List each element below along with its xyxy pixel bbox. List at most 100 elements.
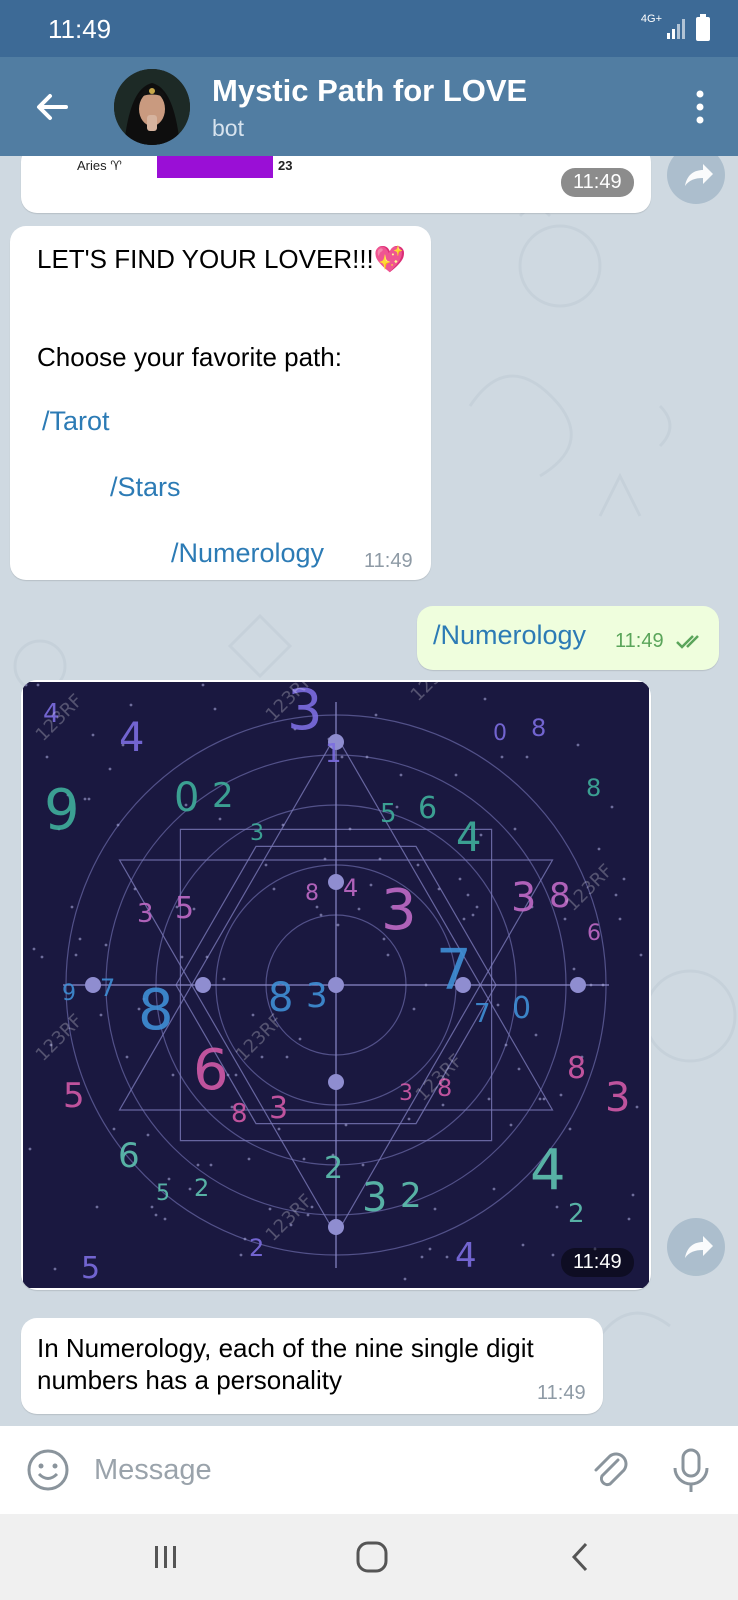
numerology-chart-image[interactable]: 4087862539624838345247353687830953824330… bbox=[23, 682, 649, 1288]
recent-apps-icon[interactable] bbox=[151, 1542, 181, 1572]
user-reply-text[interactable]: /Numerology bbox=[433, 620, 586, 651]
numeral-digit: 7 bbox=[436, 938, 472, 1003]
star-dot bbox=[601, 983, 605, 987]
emoji-icon[interactable] bbox=[26, 1448, 70, 1492]
numeral-digit: 8 bbox=[586, 774, 601, 802]
star-dot bbox=[24, 683, 28, 687]
star-dot bbox=[386, 953, 390, 957]
user-reply-message[interactable]: /Numerology 11:49 bbox=[417, 606, 719, 670]
star-dot bbox=[180, 955, 184, 959]
more-options-icon[interactable] bbox=[690, 89, 710, 125]
message-time: 11:49 bbox=[364, 550, 413, 572]
message-time: 11:49 bbox=[561, 168, 634, 197]
numerology-text: In Numerology, each of the nine single d… bbox=[37, 1333, 534, 1395]
star-dot bbox=[357, 907, 361, 911]
numeral-digit: 2 bbox=[400, 1176, 422, 1216]
star-dot bbox=[445, 1255, 449, 1259]
star-dot bbox=[559, 1093, 563, 1097]
star-dot bbox=[53, 1267, 57, 1271]
star-dot bbox=[412, 1007, 416, 1011]
star-dot bbox=[441, 1103, 445, 1107]
star-dot bbox=[576, 743, 580, 747]
command-numerology-link[interactable]: /Numerology bbox=[171, 538, 324, 569]
image-time: 11:49 bbox=[561, 1248, 634, 1277]
forward-button[interactable] bbox=[667, 156, 725, 204]
numeral-digit: 3 bbox=[362, 1175, 387, 1221]
star-dot bbox=[475, 905, 479, 909]
back-arrow-icon[interactable] bbox=[30, 85, 74, 129]
numeral-digit: 3 bbox=[269, 1091, 288, 1126]
star-dot bbox=[521, 1243, 525, 1247]
bot-menu-message[interactable]: LET'S FIND YOUR LOVER!!!💖 Choose your fa… bbox=[10, 226, 431, 580]
numeral-digit: 5 bbox=[380, 799, 397, 829]
star-dot bbox=[234, 1073, 238, 1077]
star-dot bbox=[70, 905, 74, 909]
microphone-icon[interactable] bbox=[669, 1446, 713, 1494]
chat-title[interactable]: Mystic Path for LOVE bbox=[212, 73, 527, 109]
star-dot bbox=[315, 905, 319, 909]
numeral-digit: 8 bbox=[231, 1099, 248, 1129]
numeral-digit: 6 bbox=[118, 1136, 140, 1176]
star-dot bbox=[91, 733, 95, 737]
numeral-digit: 9 bbox=[44, 778, 80, 843]
star-dot bbox=[483, 697, 487, 701]
star-dot bbox=[487, 1097, 491, 1101]
star-dot bbox=[555, 1205, 559, 1209]
forward-button[interactable] bbox=[667, 1218, 725, 1276]
numeral-digit: 2 bbox=[568, 1199, 585, 1229]
command-tarot-link[interactable]: /Tarot bbox=[42, 406, 110, 437]
numeral-digit: 4 bbox=[119, 715, 144, 761]
geometry-node bbox=[570, 977, 586, 993]
star-dot bbox=[622, 877, 626, 881]
star-dot bbox=[277, 1127, 281, 1131]
command-stars-link[interactable]: /Stars bbox=[110, 472, 181, 503]
star-dot bbox=[513, 827, 517, 831]
status-bar: 11:49 4G+ bbox=[0, 0, 738, 57]
status-time: 11:49 bbox=[48, 14, 112, 44]
numeral-digit: 2 bbox=[249, 1234, 264, 1262]
system-nav-bar bbox=[0, 1514, 738, 1600]
star-dot bbox=[78, 937, 82, 941]
numerology-text-message[interactable]: In Numerology, each of the nine single d… bbox=[21, 1318, 603, 1414]
star-dot bbox=[125, 1055, 129, 1059]
attach-icon[interactable] bbox=[588, 1448, 632, 1492]
numeral-digit: 4 bbox=[455, 1236, 477, 1276]
back-icon[interactable] bbox=[568, 1540, 592, 1574]
star-dot bbox=[28, 1147, 32, 1151]
star-dot bbox=[213, 707, 217, 711]
double-check-icon bbox=[676, 635, 699, 649]
star-dot bbox=[365, 755, 369, 759]
star-dot bbox=[40, 955, 44, 959]
star-dot bbox=[188, 1187, 192, 1191]
star-dot bbox=[614, 893, 618, 897]
star-dot bbox=[361, 1163, 365, 1167]
star-dot bbox=[201, 683, 205, 687]
star-dot bbox=[568, 1127, 572, 1131]
star-dot bbox=[437, 887, 441, 891]
numerology-image-message[interactable]: 4087862539624838345247353687830953824330… bbox=[21, 680, 651, 1290]
home-icon[interactable] bbox=[355, 1540, 389, 1574]
geometry-node bbox=[328, 1219, 344, 1235]
numeral-digit: 3 bbox=[306, 976, 328, 1016]
star-dot bbox=[618, 917, 622, 921]
star-dot bbox=[239, 1253, 243, 1257]
numeral-digit: 4 bbox=[530, 1138, 566, 1203]
star-dot bbox=[538, 1097, 542, 1101]
message-input[interactable]: Message bbox=[94, 1454, 212, 1487]
numeral-digit: 6 bbox=[587, 921, 601, 946]
numeral-digit: 6 bbox=[418, 791, 437, 826]
numeral-digit: 4 bbox=[456, 815, 481, 861]
star-dot bbox=[272, 887, 276, 891]
star-dot bbox=[424, 983, 428, 987]
partial-card-message[interactable]: Aries ♈ 23 11:49 bbox=[21, 156, 651, 213]
chat-area[interactable]: Aries ♈ 23 11:49 LET'S FIND YOUR LOVER!!… bbox=[0, 156, 738, 1426]
numeral-digit: 3 bbox=[511, 875, 536, 921]
numeral-digit: 3 bbox=[605, 1075, 630, 1121]
star-dot bbox=[627, 1217, 631, 1221]
star-dot bbox=[639, 953, 643, 957]
numeral-digit: 9 bbox=[62, 981, 76, 1006]
star-dot bbox=[403, 1277, 407, 1281]
star-dot bbox=[492, 1187, 496, 1191]
bot-avatar[interactable] bbox=[114, 69, 190, 145]
star-dot bbox=[209, 1163, 213, 1167]
